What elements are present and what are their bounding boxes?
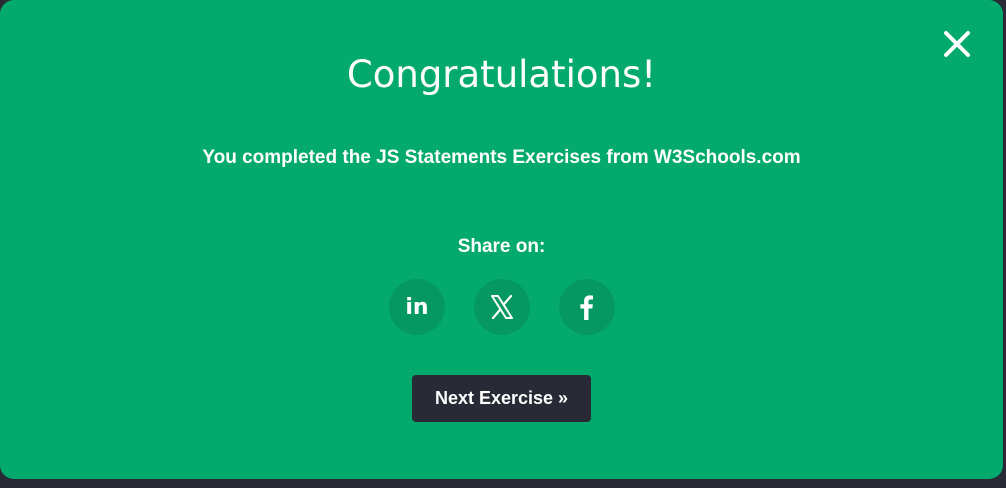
modal-title: Congratulations!	[346, 53, 657, 96]
share-label: Share on:	[457, 236, 546, 257]
next-exercise-button[interactable]: Next Exercise »	[412, 375, 591, 422]
svg-text:in: in	[405, 295, 428, 320]
share-facebook-button[interactable]	[558, 279, 615, 335]
congratulations-modal: Congratulations! You completed the JS St…	[0, 0, 1003, 479]
x-icon	[490, 294, 513, 320]
facebook-icon	[579, 295, 593, 320]
linkedin-icon: in	[405, 295, 428, 320]
share-linkedin-button[interactable]: in	[388, 279, 445, 335]
share-buttons: in	[0, 279, 1003, 335]
completion-message: You completed the JS Statements Exercise…	[202, 147, 801, 168]
share-x-button[interactable]	[473, 279, 530, 335]
